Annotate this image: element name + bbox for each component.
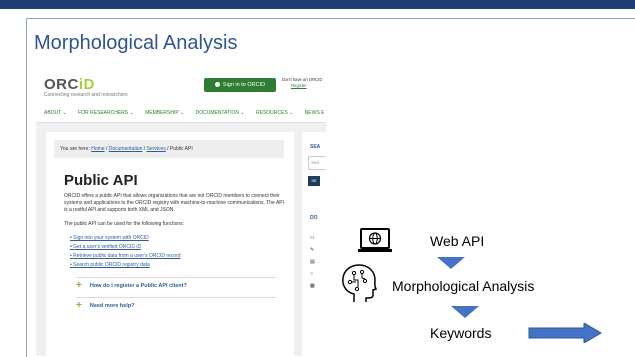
sidebar-search-title: SEA — [310, 144, 321, 150]
sidebar-search-input[interactable]: Sea — [308, 156, 326, 170]
globe-monitor-icon — [358, 228, 392, 252]
accordion-label: Need more help? — [89, 303, 135, 309]
nav-item-for-researchers[interactable]: FOR RESEARCHERS ⌄ — [78, 110, 134, 116]
web-api-label: Web API — [430, 233, 485, 249]
arrow-right-icon — [528, 323, 602, 343]
sign-in-label: Sign in to ORCID — [222, 82, 266, 88]
breadcrumb: You are here: Home / Documentation / Ser… — [54, 140, 284, 158]
orcid-logo[interactable]: ORCiD — [44, 76, 95, 93]
function-link-get-id[interactable]: Get a user's verified ORCID iD — [70, 243, 181, 252]
nav-item-membership[interactable]: MEMBERSHIP ⌄ — [145, 110, 184, 116]
content-card: You are here: Home / Documentation / Ser… — [46, 132, 294, 356]
github-icon: ○ — [310, 271, 314, 277]
function-link-sign-in[interactable]: Sign into your system with ORCID — [70, 234, 181, 243]
main-nav: ABOUT ⌄ FOR RESEARCHERS ⌄ MEMBERSHIP ⌄ D… — [44, 110, 326, 116]
plus-icon: + — [76, 280, 82, 291]
breadcrumb-home-link[interactable]: Home — [91, 146, 104, 152]
book-icon: ▤ — [310, 259, 315, 265]
accordion-register-client[interactable]: + How do I register a Public API client? — [76, 277, 276, 294]
arrow-down-icon — [437, 257, 465, 269]
functions-list: Sign into your system with ORCID Get a u… — [70, 234, 181, 270]
no-account-text: Don't have an ORCID Register — [282, 77, 322, 89]
morphological-analysis-label: Morphological Analysis — [392, 278, 535, 294]
keywords-label: Keywords — [430, 325, 492, 341]
nav-item-news[interactable]: NEWS E — [305, 110, 325, 116]
nav-item-about[interactable]: ABOUT ⌄ — [44, 110, 67, 116]
pen-icon: ✎ — [310, 247, 315, 253]
breadcrumb-prefix: You are here: — [60, 146, 92, 152]
no-account-line: Don't have an ORCID — [282, 77, 323, 82]
nav-item-documentation[interactable]: DOCUMENTATION ⌄ — [196, 110, 245, 116]
orcid-logo-id: iD — [78, 76, 95, 93]
page-heading: Public API — [64, 172, 138, 189]
orcid-tagline: Connecting research and researchers — [44, 92, 128, 98]
orcid-badge-icon — [214, 81, 220, 87]
slide: Morphological Analysis ORCiD Connecting … — [0, 0, 635, 357]
slide-top-bar — [0, 0, 635, 9]
orcid-screenshot: ORCiD Connecting research and researcher… — [36, 70, 326, 356]
accordion-label: How do I register a Public API client? — [89, 283, 187, 289]
function-link-search-registry[interactable]: Search public ORCID registry data — [70, 261, 181, 270]
sidebar-search-button[interactable]: SE — [308, 176, 320, 186]
breadcrumb-documentation-link[interactable]: Documentation — [109, 146, 143, 152]
orcid-logo-text: ORC — [44, 76, 79, 93]
slide-title: Morphological Analysis — [34, 32, 238, 54]
breadcrumb-services-link[interactable]: Services — [147, 146, 166, 152]
accordion-need-help[interactable]: + Need more help? — [76, 297, 276, 314]
function-link-retrieve-data[interactable]: Retrieve public data from a user's ORCID… — [70, 252, 180, 261]
sign-in-button[interactable]: Sign in to ORCID — [204, 78, 276, 92]
sidebar-docs: DO ⚇ ✎ ▤ ○ ▦ — [302, 205, 326, 356]
breadcrumb-current: / Public API — [165, 146, 193, 152]
people-icon: ⚇ — [310, 235, 315, 241]
register-link[interactable]: Register — [291, 83, 322, 89]
sidebar-docs-title: DO — [310, 215, 318, 221]
functions-intro: The public API can be used for the follo… — [64, 221, 185, 227]
arrow-down-icon — [451, 306, 479, 318]
building-icon: ▦ — [310, 283, 315, 289]
head-circuit-icon — [342, 264, 378, 302]
nav-item-resources[interactable]: RESOURCES ⌄ — [256, 110, 293, 116]
intro-paragraph: ORCID offers a public API that allows or… — [64, 193, 284, 213]
plus-icon: + — [76, 300, 82, 311]
